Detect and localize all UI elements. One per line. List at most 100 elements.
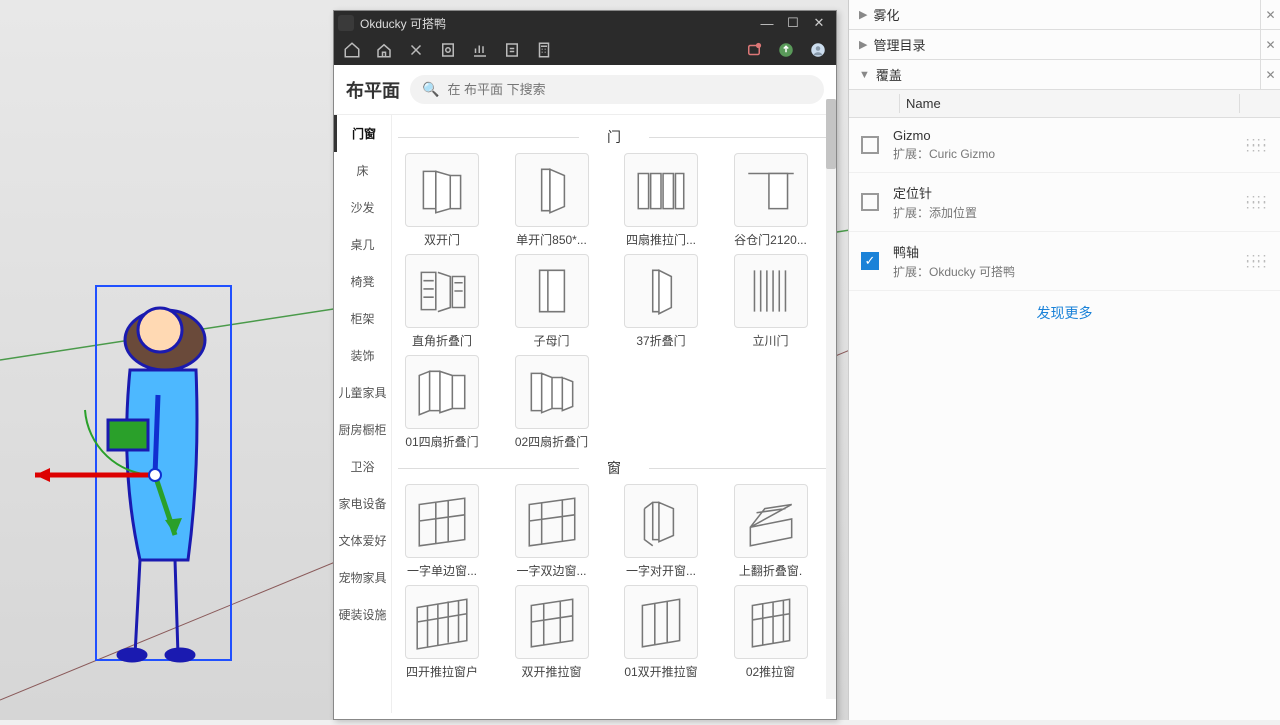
tile-label: 双开门	[424, 231, 460, 248]
tile-label: 02推拉窗	[746, 663, 795, 680]
category-8[interactable]: 厨房橱柜	[334, 411, 391, 448]
tile-label: 37折叠门	[636, 332, 685, 349]
category-7[interactable]: 儿童家具	[334, 374, 391, 411]
home-icon[interactable]	[340, 38, 364, 62]
library-tile[interactable]: 一字双边窗...	[508, 484, 596, 579]
extension-sub: 扩展：Okducky 可搭鸭	[893, 263, 1232, 280]
close-icon[interactable]: ✕	[1260, 60, 1280, 89]
group-label: 覆盖	[876, 65, 902, 84]
okducky-window: Okducky 可搭鸭 — ☐ ✕ 布平面 🔍 门窗床沙发桌几椅凳柜架装饰儿童家…	[333, 10, 837, 720]
category-3[interactable]: 桌几	[334, 226, 391, 263]
window-titlebar[interactable]: Okducky 可搭鸭 — ☐ ✕	[334, 11, 836, 35]
tile-thumbnail	[515, 355, 589, 429]
extension-row: 定位针扩展：添加位置∷∷∷∷	[849, 173, 1280, 232]
tile-label: 01双开推拉窗	[624, 663, 697, 680]
library-tile[interactable]: 双开门	[398, 153, 486, 248]
category-0[interactable]: 门窗	[334, 115, 391, 152]
search-box[interactable]: 🔍	[410, 75, 824, 104]
page-title: 布平面	[346, 77, 400, 103]
tile-label: 直角折叠门	[412, 332, 472, 349]
close-button[interactable]: ✕	[806, 13, 832, 33]
tile-thumbnail	[624, 153, 698, 227]
category-12[interactable]: 宠物家具	[334, 559, 391, 596]
tile-thumbnail	[515, 153, 589, 227]
panel-group-manage[interactable]: ▶ 管理目录 ✕	[849, 30, 1280, 60]
export-icon[interactable]	[500, 38, 524, 62]
tile-label: 一字对开窗...	[626, 562, 696, 579]
library-tile[interactable]: 01四扇折叠门	[398, 355, 486, 450]
library-tile[interactable]: 四扇推拉门...	[617, 153, 705, 248]
discover-more-link[interactable]: 发现更多	[849, 291, 1280, 335]
checkbox[interactable]	[861, 136, 879, 154]
extension-row: Gizmo 扩展：Curic Gizmo ∷∷∷∷	[849, 118, 1280, 173]
notify-icon[interactable]	[742, 38, 766, 62]
category-10[interactable]: 家电设备	[334, 485, 391, 522]
category-1[interactable]: 床	[334, 152, 391, 189]
house-icon[interactable]	[372, 38, 396, 62]
library-tile[interactable]: 四开推拉窗户	[398, 585, 486, 680]
maximize-button[interactable]: ☐	[780, 13, 806, 33]
tools-icon[interactable]	[404, 38, 428, 62]
tile-label: 四扇推拉门...	[626, 231, 696, 248]
table-header: Name	[849, 90, 1280, 118]
library-tile[interactable]: 子母门	[508, 254, 596, 349]
extension-name: Gizmo	[893, 128, 1232, 143]
library-tile[interactable]: 37折叠门	[617, 254, 705, 349]
library-tile[interactable]: 上翻折叠窗.	[727, 484, 815, 579]
minimize-button[interactable]: —	[754, 13, 780, 33]
library-tile[interactable]: 一字单边窗...	[398, 484, 486, 579]
category-2[interactable]: 沙发	[334, 189, 391, 226]
library-tile[interactable]: 一字对开窗...	[617, 484, 705, 579]
category-9[interactable]: 卫浴	[334, 448, 391, 485]
checkbox[interactable]	[861, 193, 879, 211]
chevron-right-icon: ▶	[859, 38, 867, 51]
library-tile[interactable]: 谷仓门2120...	[727, 153, 815, 248]
section-title: 窗	[398, 458, 830, 478]
panel-group-fog[interactable]: ▶ 雾化 ✕	[849, 0, 1280, 30]
category-5[interactable]: 柜架	[334, 300, 391, 337]
search-input[interactable]	[447, 82, 812, 97]
scrollbar-thumb[interactable]	[826, 99, 836, 169]
library-tile[interactable]: 立川门	[727, 254, 815, 349]
tile-thumbnail	[405, 254, 479, 328]
panel-group-override[interactable]: ▼ 覆盖 ✕	[849, 60, 1280, 90]
extension-sub: 扩展：Curic Gizmo	[893, 145, 1232, 162]
chart-icon[interactable]	[468, 38, 492, 62]
drag-handle-icon[interactable]: ∷∷∷∷	[1246, 196, 1268, 208]
library-content[interactable]: 门双开门 单开门850*... 四扇推拉门... 谷仓门2120... 直角折叠门 子母门…	[392, 115, 836, 713]
tile-thumbnail	[734, 153, 808, 227]
user-icon[interactable]	[806, 38, 830, 62]
library-tile[interactable]: 直角折叠门	[398, 254, 486, 349]
tile-label: 子母门	[533, 332, 569, 349]
library-tile[interactable]: 双开推拉窗	[508, 585, 596, 680]
tile-thumbnail	[734, 254, 808, 328]
library-tile[interactable]: 单开门850*...	[508, 153, 596, 248]
category-6[interactable]: 装饰	[334, 337, 391, 374]
config-icon[interactable]	[436, 38, 460, 62]
close-icon[interactable]: ✕	[1260, 0, 1280, 29]
section-title: 门	[398, 127, 830, 147]
tile-label: 谷仓门2120...	[734, 231, 807, 248]
library-tile[interactable]: 02四扇折叠门	[508, 355, 596, 450]
chevron-down-icon: ▼	[859, 69, 870, 81]
category-4[interactable]: 椅凳	[334, 263, 391, 300]
right-panel: ▶ 雾化 ✕ ▶ 管理目录 ✕ ▼ 覆盖 ✕ Name Gizmo 扩展：Curi…	[848, 0, 1280, 720]
library-tile[interactable]: 01双开推拉窗	[617, 585, 705, 680]
close-icon[interactable]: ✕	[1260, 30, 1280, 59]
category-11[interactable]: 文体爱好	[334, 522, 391, 559]
checkbox[interactable]: ✓	[861, 252, 879, 270]
library-tile[interactable]: 02推拉窗	[727, 585, 815, 680]
scrollbar[interactable]	[826, 99, 836, 699]
category-13[interactable]: 硬装设施	[334, 596, 391, 633]
extension-row: ✓ 鸭轴扩展：Okducky 可搭鸭 ∷∷∷∷	[849, 232, 1280, 291]
extension-name: 鸭轴	[893, 242, 1232, 261]
upload-icon[interactable]	[774, 38, 798, 62]
calculator-icon[interactable]	[532, 38, 556, 62]
drag-handle-icon[interactable]: ∷∷∷∷	[1246, 139, 1268, 151]
drag-handle-icon[interactable]: ∷∷∷∷	[1246, 255, 1268, 267]
okducky-logo-icon	[338, 15, 354, 31]
tile-label: 02四扇折叠门	[515, 433, 588, 450]
tile-label: 四开推拉窗户	[406, 663, 478, 680]
chevron-right-icon: ▶	[859, 8, 867, 21]
tile-thumbnail	[734, 585, 808, 659]
